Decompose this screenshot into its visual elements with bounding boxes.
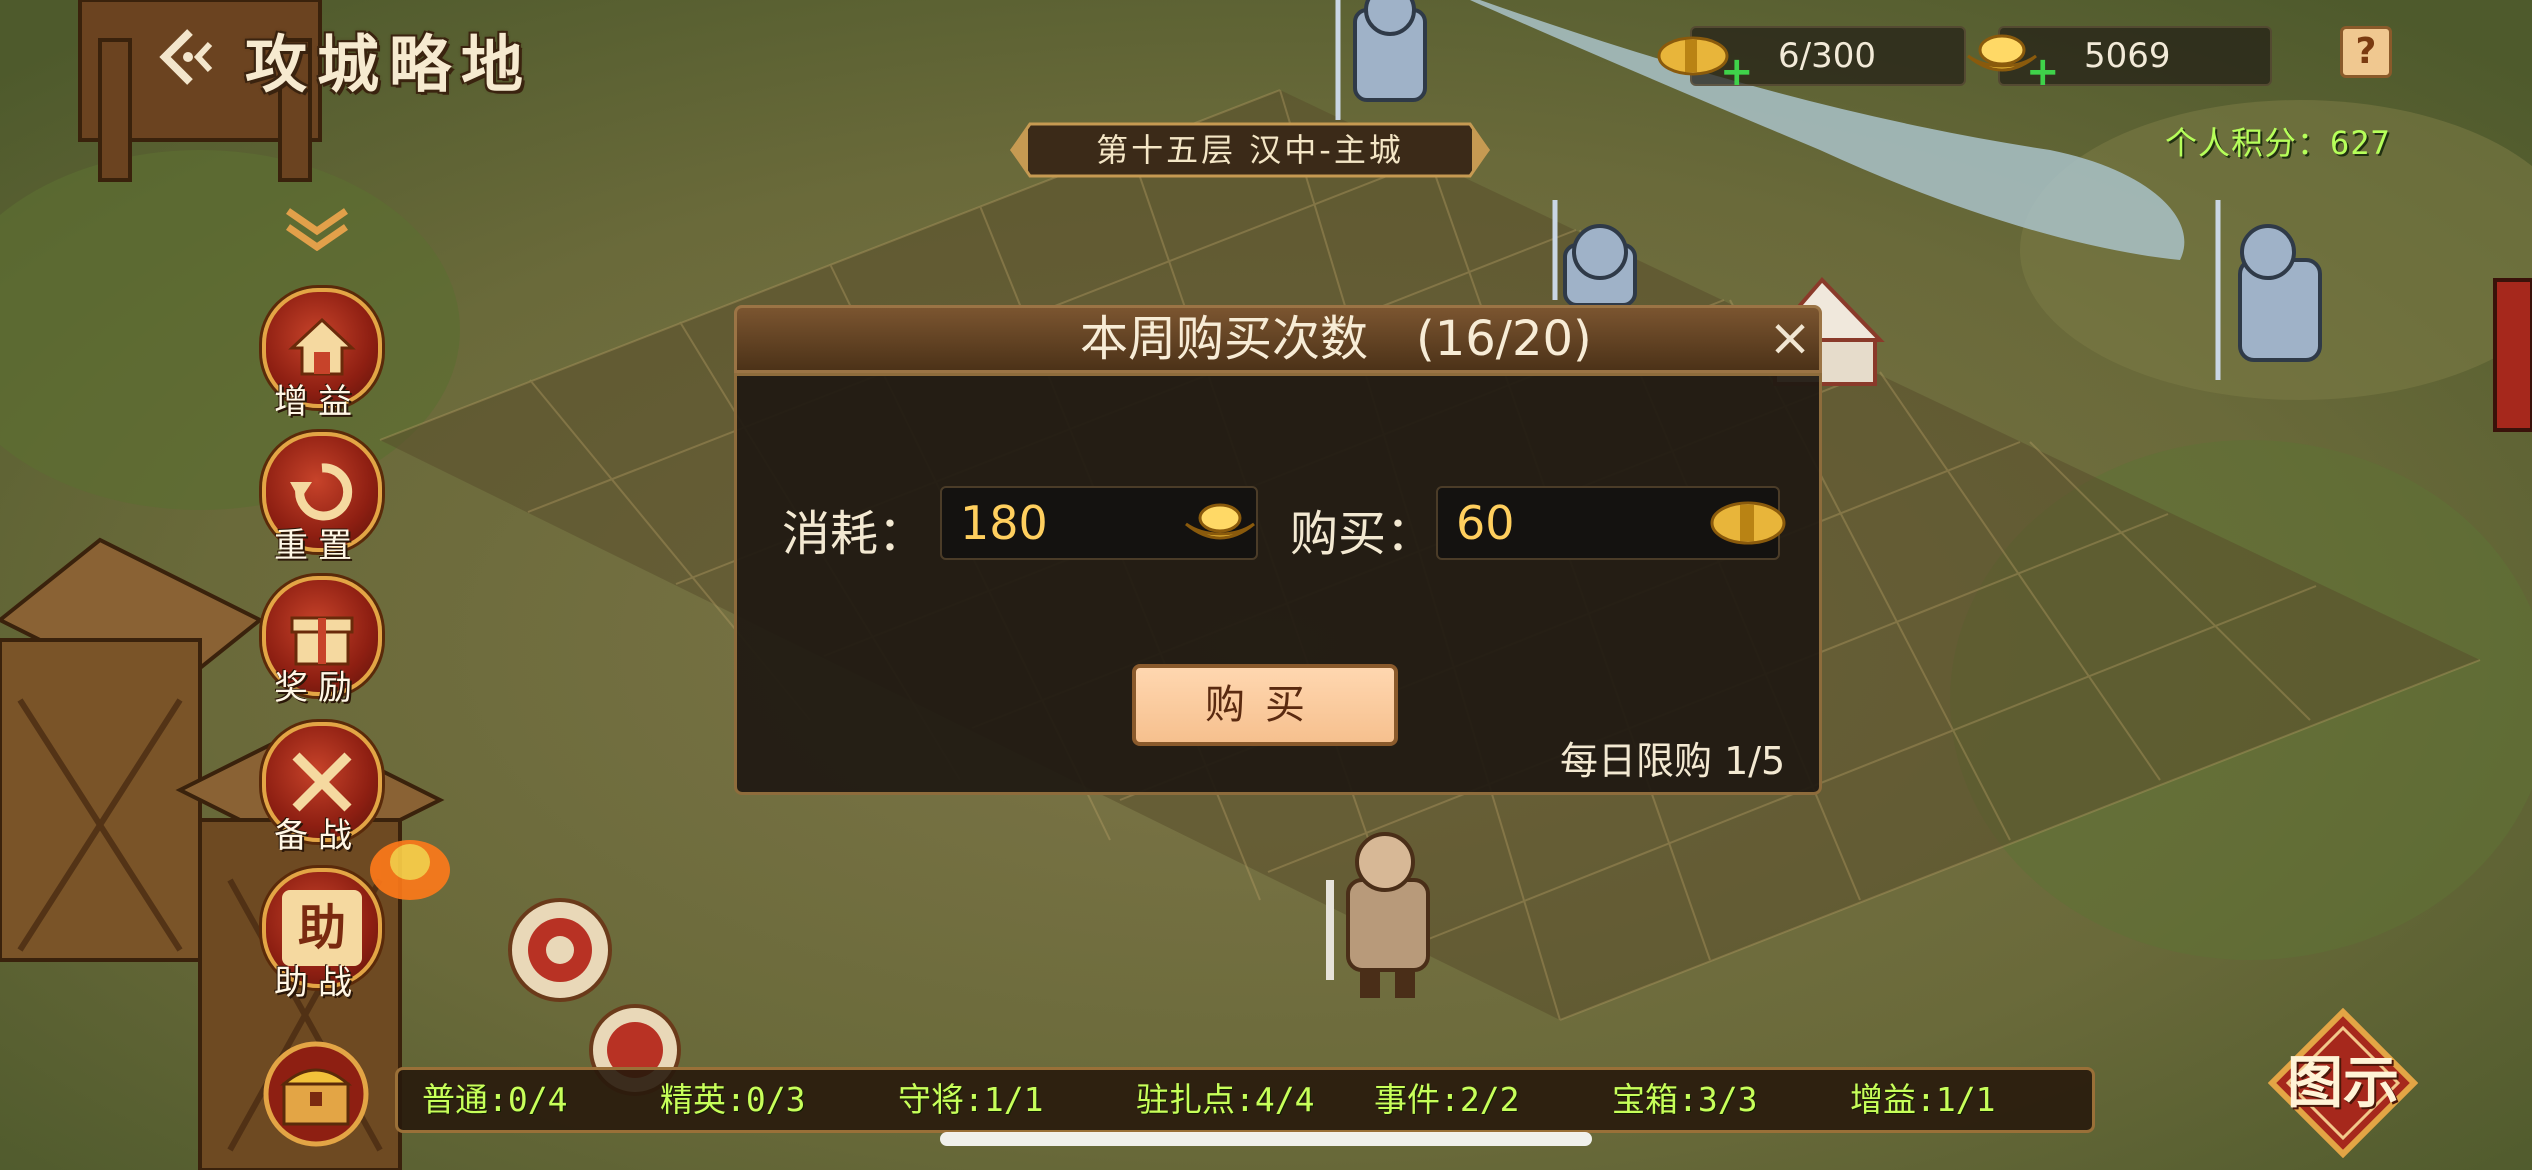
buff-label: 增益 [274, 382, 362, 422]
reward-label: 奖励 [274, 668, 362, 708]
assist-battle-label: 助战 [274, 963, 362, 1003]
gold-ingot-icon [1185, 503, 1255, 540]
grain-count: 6/300 [1778, 36, 1876, 76]
collapse-chevron-icon[interactable] [282, 205, 352, 251]
personal-score: 个人积分：627 [2165, 124, 2391, 162]
buy-amount-value: 60 [1456, 496, 1515, 550]
help-button[interactable]: ? [2340, 26, 2392, 78]
stat-normal: 普通:0/4 [422, 1080, 568, 1119]
prepare-battle-label: 备战 [274, 816, 362, 856]
stat-chest: 宝箱:3/3 [1612, 1080, 1758, 1119]
dialog-title: 本周购买次数 (16/20) [1080, 311, 1592, 367]
close-icon[interactable]: × [1762, 308, 1818, 368]
floor-title: 第十五层 汉中-主城 [1096, 131, 1404, 169]
stat-buff: 增益:1/1 [1850, 1080, 1996, 1119]
buy-button[interactable]: 购买 [1132, 664, 1398, 746]
back-arrow-icon[interactable] [150, 22, 230, 92]
add-gold-button[interactable]: + [2026, 52, 2060, 92]
stat-defender: 守将:1/1 [898, 1080, 1044, 1119]
cost-label: 消耗： [782, 506, 927, 562]
daily-limit-text: 每日限购 1/5 [1560, 739, 1786, 783]
gold-count: 5069 [2084, 36, 2171, 76]
stat-event: 事件:2/2 [1374, 1080, 1520, 1119]
cost-value: 180 [960, 496, 1048, 550]
stat-garrison: 驻扎点:4/4 [1136, 1080, 1315, 1119]
buy-label: 购买： [1290, 506, 1435, 562]
treasure-chest-icon[interactable] [262, 1040, 370, 1148]
grain-bundle-icon [1710, 501, 1786, 545]
page-title: 攻城略地 [245, 28, 534, 101]
stat-elite: 精英:0/3 [660, 1080, 806, 1119]
add-grain-button[interactable]: + [1720, 52, 1754, 92]
reset-label: 重置 [274, 526, 362, 566]
home-indicator[interactable] [940, 1132, 1592, 1146]
legend-button-label[interactable]: 图示 [2268, 1008, 2418, 1158]
